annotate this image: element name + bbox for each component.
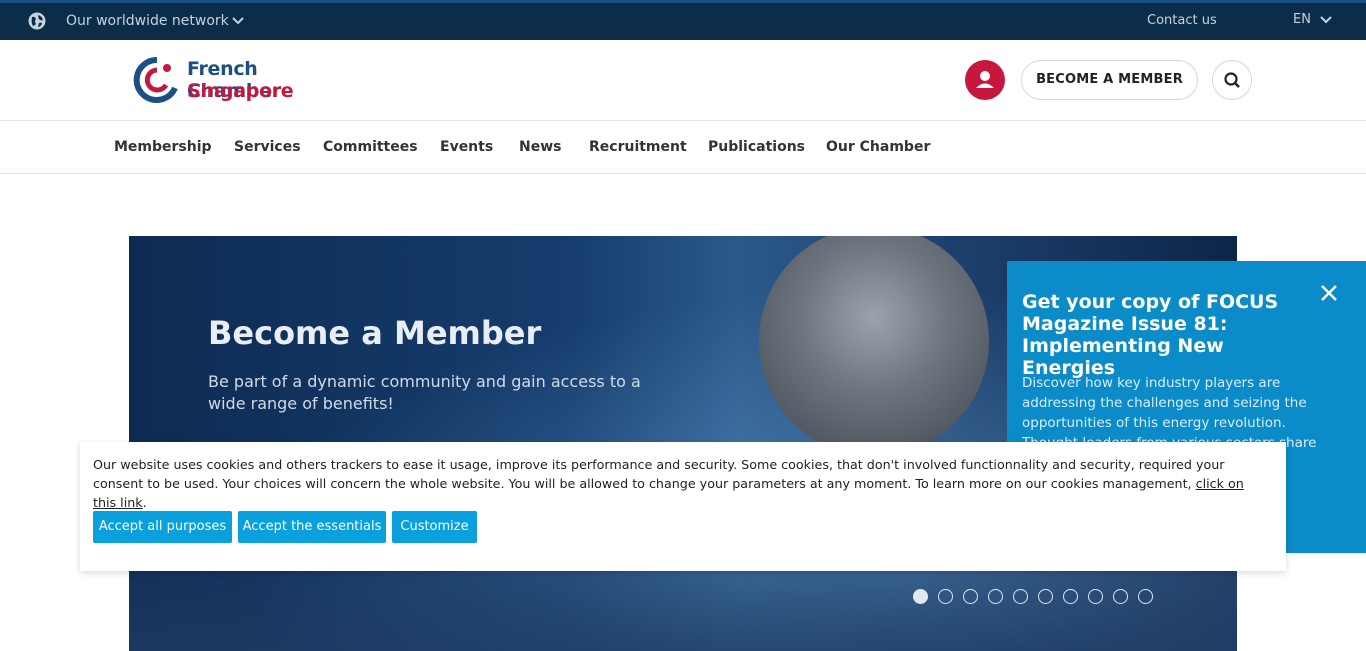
slider-dot[interactable] xyxy=(913,589,928,604)
accept-all-button[interactable]: Accept all purposes xyxy=(93,511,232,543)
slider-dot[interactable] xyxy=(988,589,1003,604)
site-header: French Chamber Singapore BECOME A MEMBER xyxy=(0,40,1366,121)
user-icon xyxy=(976,71,994,88)
slider-dot[interactable] xyxy=(1088,589,1103,604)
search-button[interactable] xyxy=(1212,60,1252,100)
cookie-message: Our website uses cookies and others trac… xyxy=(93,455,1263,512)
language-selector[interactable]: EN xyxy=(1293,12,1311,27)
search-icon xyxy=(1224,72,1240,88)
nav-item-recruitment[interactable]: Recruitment xyxy=(589,139,687,155)
customize-button[interactable]: Customize xyxy=(392,511,477,543)
slider-dot[interactable] xyxy=(1013,589,1028,604)
focus-popup-title[interactable]: Get your copy of FOCUS Magazine Issue 81… xyxy=(1022,291,1322,379)
contact-us-link[interactable]: Contact us xyxy=(1147,13,1217,28)
close-icon[interactable] xyxy=(1318,282,1340,304)
logo-mark-icon xyxy=(133,56,178,103)
slider-dot[interactable] xyxy=(1038,589,1053,604)
top-bar: Our worldwide network Contact us EN xyxy=(0,0,1366,40)
slider-dot[interactable] xyxy=(938,589,953,604)
hero-event-photo xyxy=(759,236,989,456)
site-logo[interactable]: French Chamber Singapore xyxy=(133,56,353,106)
main-nav: Membership Services Committees Events Ne… xyxy=(0,121,1366,174)
globe-icon xyxy=(28,12,46,30)
account-button[interactable] xyxy=(965,60,1005,100)
chevron-down-icon[interactable] xyxy=(231,16,245,26)
cookie-banner: Our website uses cookies and others trac… xyxy=(80,442,1286,571)
slider-dot[interactable] xyxy=(1113,589,1128,604)
slider-dot[interactable] xyxy=(963,589,978,604)
nav-item-publications[interactable]: Publications xyxy=(708,139,805,155)
nav-item-news[interactable]: News xyxy=(519,139,561,155)
nav-item-membership[interactable]: Membership xyxy=(114,139,212,155)
slider-dot[interactable] xyxy=(1138,589,1153,604)
language-chevron-down-icon[interactable] xyxy=(1319,15,1333,25)
become-member-button[interactable]: BECOME A MEMBER xyxy=(1021,60,1198,100)
cookie-message-text: Our website uses cookies and others trac… xyxy=(93,457,1225,491)
worldwide-network-link[interactable]: Our worldwide network xyxy=(66,13,229,29)
cookie-message-end: . xyxy=(142,495,147,510)
logo-text-line2: Singapore xyxy=(187,80,294,102)
hero-title: Become a Member xyxy=(208,314,542,352)
slider-dot[interactable] xyxy=(1063,589,1078,604)
nav-item-committees[interactable]: Committees xyxy=(323,139,418,155)
accept-essentials-button[interactable]: Accept the essentials xyxy=(238,511,386,543)
nav-item-services[interactable]: Services xyxy=(234,139,301,155)
nav-item-events[interactable]: Events xyxy=(440,139,493,155)
nav-item-our-chamber[interactable]: Our Chamber xyxy=(826,139,930,155)
hero-subtitle: Be part of a dynamic community and gain … xyxy=(208,372,641,413)
